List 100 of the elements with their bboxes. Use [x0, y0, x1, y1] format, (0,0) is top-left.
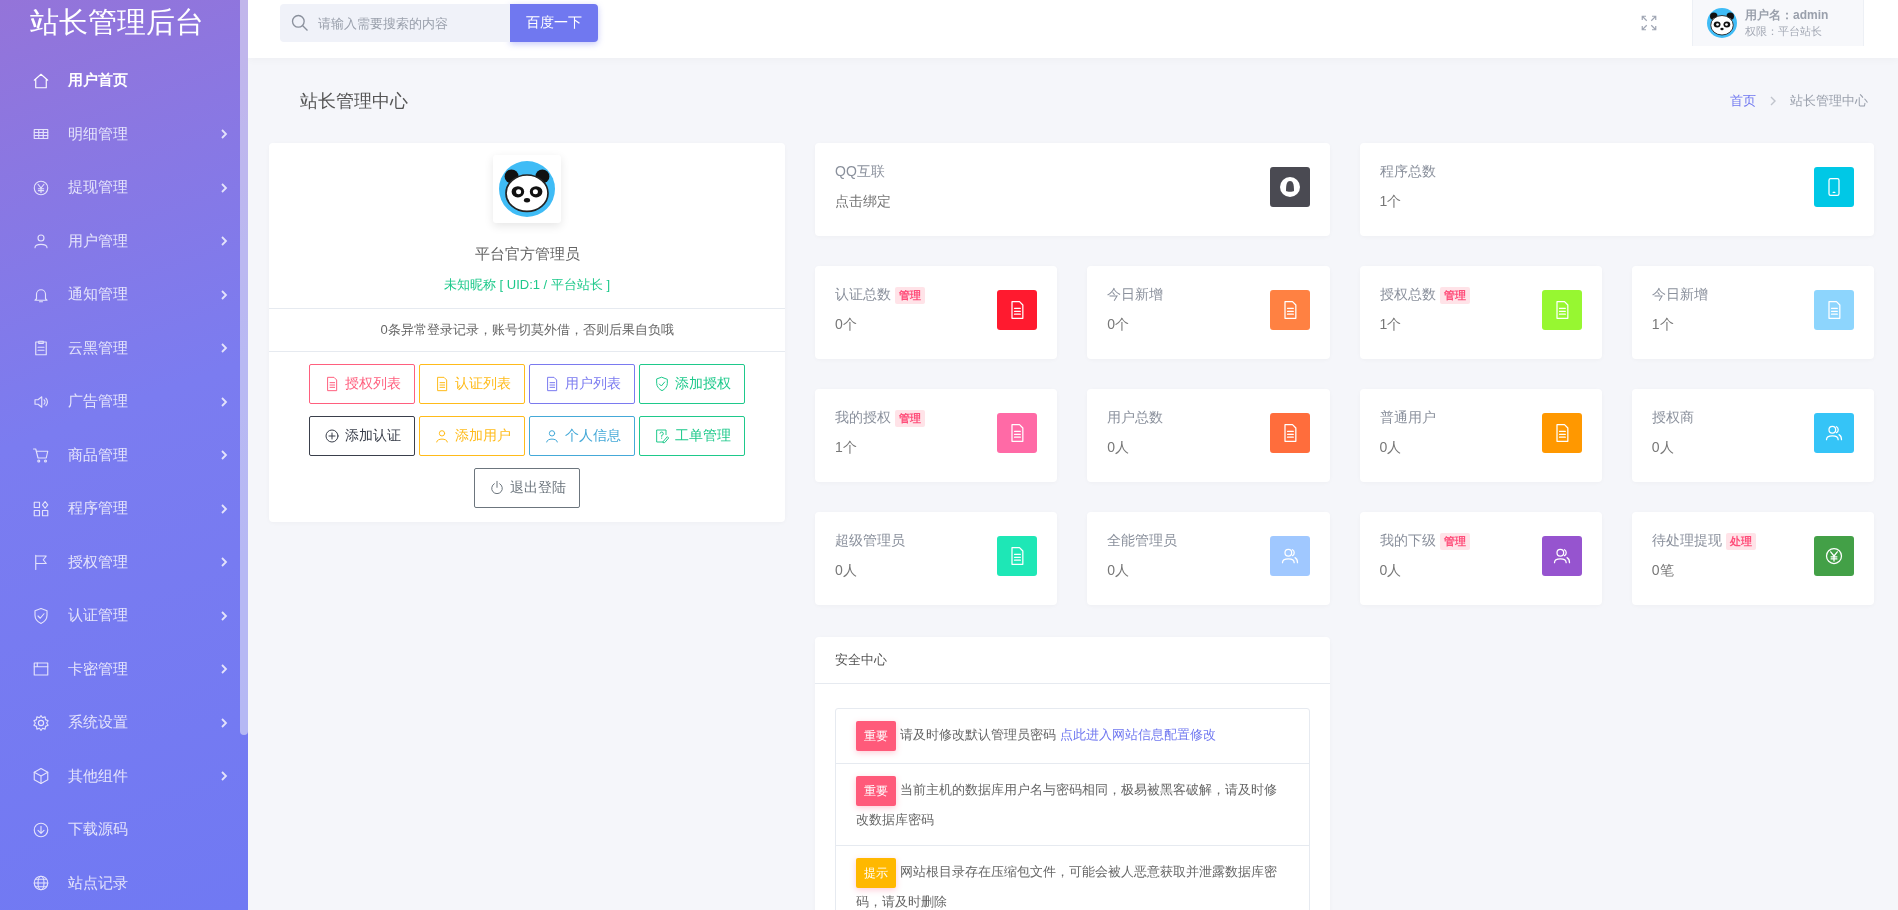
- security-message: 重要 当前主机的数据库用户名与密码相同，极易被黑客破解，请及时修改数据库密码: [836, 764, 1309, 846]
- sidebar-item[interactable]: 用户首页: [0, 54, 248, 108]
- stat-value: 0人: [1107, 439, 1131, 457]
- apps-icon: [32, 499, 50, 518]
- sidebar-item[interactable]: 卡密管理: [0, 642, 248, 696]
- clipboard-icon: [32, 339, 50, 358]
- stat-label: 我的下级: [1379, 532, 1436, 550]
- stat-badge[interactable]: 管理: [895, 409, 925, 427]
- chevron-icon: [220, 449, 228, 462]
- user-icon: [543, 428, 560, 444]
- users-icon: [1279, 546, 1300, 566]
- chevron-icon: [1770, 95, 1776, 106]
- action-button[interactable]: 授权列表: [309, 364, 415, 404]
- flag-icon: [32, 553, 50, 572]
- sidebar-item[interactable]: 系统设置: [0, 696, 248, 750]
- panda-avatar: [499, 161, 555, 217]
- sidebar-item[interactable]: 商品管理: [0, 428, 248, 482]
- security-message: 重要 请及时修改默认管理员密码 点此进入网站信息配置修改: [836, 709, 1309, 764]
- user-icon: [433, 428, 450, 444]
- sidebar-item[interactable]: 通知管理: [0, 268, 248, 322]
- stat-value: 0人: [835, 562, 858, 580]
- stat-value: 1个: [1379, 316, 1403, 334]
- fullscreen-icon[interactable]: [1640, 14, 1658, 32]
- shield-icon: [32, 606, 50, 625]
- action-button[interactable]: 用户列表: [529, 364, 635, 404]
- home-icon: [32, 71, 50, 90]
- stat-value: 0个: [1107, 316, 1131, 334]
- sidebar-item[interactable]: 站点记录: [0, 856, 248, 910]
- security-title: 安全中心: [815, 637, 1330, 684]
- breadcrumb-link[interactable]: 站长管理中心: [1790, 91, 1868, 110]
- scrollbar[interactable]: [240, 0, 248, 735]
- stat-value: 1个: [1651, 316, 1675, 334]
- user-panel[interactable]: 用户名：admin 权限：平台站长: [1692, 0, 1864, 46]
- chevron-icon: [220, 288, 228, 301]
- sidebar-item[interactable]: 授权管理: [0, 535, 248, 589]
- cube-icon: [32, 767, 50, 786]
- action-button[interactable]: 添加授权: [639, 364, 745, 404]
- yen-icon: [32, 178, 50, 197]
- stat-badge[interactable]: 处理: [1725, 532, 1756, 550]
- sidebar-item[interactable]: 提现管理: [0, 161, 248, 215]
- stat-badge[interactable]: 管理: [1439, 532, 1470, 550]
- sidebar-item[interactable]: 明细管理: [0, 107, 248, 161]
- shield-icon: [653, 376, 670, 392]
- stat-label: 今日新增: [1651, 286, 1708, 304]
- stat-label: 今日新增: [1107, 286, 1164, 304]
- action-button[interactable]: 工单管理: [639, 416, 745, 456]
- chevron-icon: [220, 770, 228, 783]
- sidebar-item[interactable]: 用户管理: [0, 214, 248, 268]
- yen-icon: [1824, 546, 1844, 566]
- action-button[interactable]: 添加认证: [309, 416, 415, 456]
- sidebar-item[interactable]: 其他组件: [0, 749, 248, 803]
- stat-value: 点击绑定: [835, 193, 891, 211]
- stat-label: 程序总数: [1379, 163, 1436, 181]
- sidebar-item[interactable]: 广告管理: [0, 375, 248, 429]
- stat-label: 待处理提现: [1651, 532, 1722, 550]
- action-button[interactable]: 认证列表: [419, 364, 525, 404]
- security-message: 提示 网站根目录存在压缩包文件，可能会被人恶意获取并泄露数据库密码，请及时删除: [836, 846, 1309, 910]
- action-button[interactable]: 添加用户: [419, 416, 525, 456]
- cart-icon: [32, 446, 50, 465]
- stat-value: 0笔: [1651, 562, 1675, 580]
- stat-label: 授权商: [1651, 409, 1694, 427]
- stat-badge[interactable]: 管理: [1439, 286, 1470, 304]
- card-icon: [32, 660, 50, 679]
- sidebar-item[interactable]: 下载源码: [0, 803, 248, 857]
- sidebar-item[interactable]: 云黑管理: [0, 321, 248, 375]
- power-icon: [488, 480, 505, 496]
- chevron-icon: [220, 663, 228, 676]
- stat-value: 0个: [835, 316, 858, 334]
- login-notice: 0条异常登录记录，账号切莫外借，否则后果自负哦: [269, 308, 785, 352]
- message-tag: 提示: [856, 858, 896, 888]
- stat-value: 1个: [835, 439, 858, 457]
- search-field[interactable]: 请输入需要搜索的内容: [280, 4, 510, 42]
- chevron-icon: [220, 556, 228, 569]
- stat-label: 普通用户: [1379, 409, 1436, 427]
- sidebar-title: 站长管理后台: [29, 5, 205, 40]
- config-link[interactable]: 点此进入网站信息配置修改: [1059, 727, 1216, 743]
- action-button[interactable]: 退出登陆: [474, 468, 580, 508]
- user-name: 用户名：admin: [1745, 7, 1829, 24]
- action-button[interactable]: 个人信息: [529, 416, 635, 456]
- user-icon: [32, 232, 50, 251]
- settings-icon: [32, 713, 50, 732]
- sidebar-item[interactable]: 认证管理: [0, 589, 248, 643]
- sidebar-item[interactable]: 程序管理: [0, 482, 248, 536]
- profile-name: 平台官方管理员: [474, 245, 580, 264]
- chevron-icon: [220, 235, 228, 248]
- chevron-icon: [220, 395, 228, 408]
- panda-avatar: [1707, 8, 1737, 38]
- stat-label: QQ互联: [835, 163, 885, 181]
- breadcrumb-link[interactable]: 首页: [1730, 91, 1756, 110]
- globe-icon: [32, 874, 50, 893]
- search-button[interactable]: 百度一下: [510, 4, 598, 42]
- stat-value: 0人: [1651, 439, 1675, 457]
- stat-value: 0人: [1379, 439, 1403, 457]
- stat-label: 我的授权: [835, 409, 891, 427]
- chevron-icon: [220, 609, 228, 622]
- message-tag: 重要: [856, 721, 896, 751]
- stat-value: 0人: [1379, 562, 1403, 580]
- stat-value: 0人: [1107, 562, 1131, 580]
- stat-label: 超级管理员: [835, 532, 905, 550]
- stat-badge[interactable]: 管理: [895, 286, 925, 304]
